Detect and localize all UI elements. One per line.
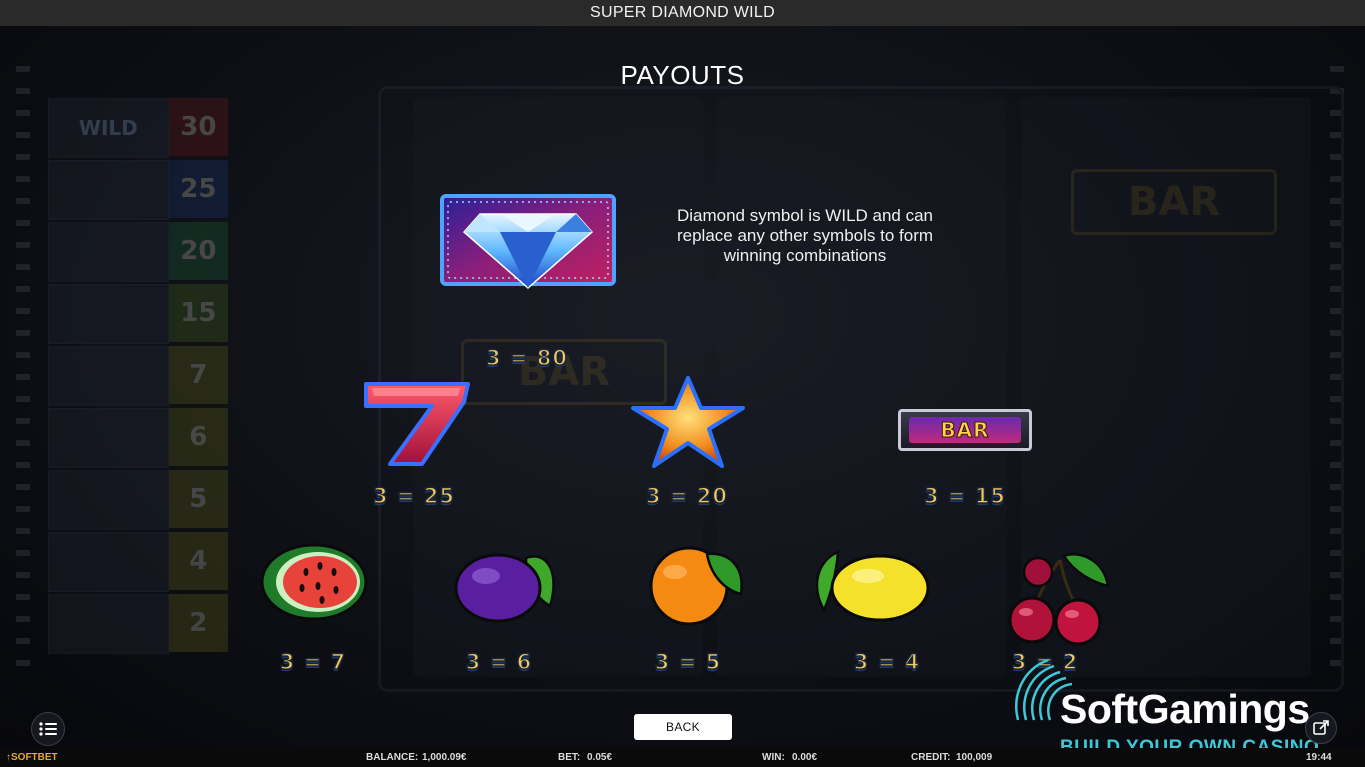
watermark-name: SoftGamings (1060, 686, 1310, 732)
lemon-icon (815, 550, 930, 622)
payout-watermelon: 3 = 7 (279, 649, 347, 675)
paytable-row: 25 (48, 160, 228, 220)
bet-label: BET: (558, 752, 581, 763)
reel-bar-symbol: BAR (1071, 169, 1277, 235)
bet-value: 0.05€ (587, 752, 613, 763)
paytable-value: 5 (168, 470, 228, 528)
win-value: 0.00€ (792, 752, 818, 763)
paytable-value: 20 (168, 222, 228, 280)
payout-bar: 3 = 15 (923, 483, 1007, 509)
paytable-row: 4 (48, 532, 228, 592)
paytable-symbol (48, 222, 169, 282)
brand-logo: ↑SOFTBET (6, 752, 58, 763)
credit-value: 100,009 (956, 752, 993, 763)
payout-orange: 3 = 5 (654, 649, 722, 675)
balance-value: 1,000.09€ (422, 752, 467, 763)
window-titlebar: SUPER DIAMOND WILD (0, 0, 1365, 27)
paytable-row: WILD 30 (48, 98, 228, 158)
paytable-value: 25 (168, 160, 228, 218)
paytable-value: 15 (168, 284, 228, 342)
paytable-value: 30 (168, 98, 228, 156)
paytable-symbol (48, 408, 169, 468)
diamond-wild-icon (440, 194, 616, 289)
bar-symbol-icon: BAR (898, 409, 1032, 451)
star-icon (631, 376, 745, 468)
paytable-symbol (48, 346, 169, 406)
seven-icon (364, 382, 470, 466)
win-label: WIN: (762, 752, 785, 763)
paytable-symbol (48, 284, 169, 344)
exit-button[interactable] (1305, 712, 1337, 744)
balance-label: BALANCE: (366, 752, 419, 763)
payout-star: 3 = 20 (645, 483, 729, 509)
paytable-row: 7 (48, 346, 228, 406)
payout-diamond: 3 = 80 (485, 345, 569, 371)
softgamings-watermark: SoftGamings BUILD YOUR OWN CASINO (1008, 626, 1348, 748)
menu-button[interactable] (31, 712, 65, 746)
credit-label: CREDIT: (911, 752, 951, 763)
page-title: PAYOUTS (620, 60, 745, 90)
paytable-wild-label: WILD (48, 98, 169, 158)
paytable-symbol (48, 160, 169, 220)
background-paytable: WILD 30 25 20 15 7 6 5 4 2 (48, 98, 228, 658)
light-strip-left (16, 66, 30, 666)
paytable-row: 5 (48, 470, 228, 530)
back-button[interactable]: BACK (634, 714, 732, 740)
game-stage: WILD 30 25 20 15 7 6 5 4 2 BAR BAR PAYOUT… (0, 26, 1365, 748)
paytable-symbol (48, 470, 169, 530)
paytable-value: 7 (168, 346, 228, 404)
wild-description: Diamond symbol is WILD and can replace a… (676, 206, 934, 265)
orange-icon (649, 546, 743, 626)
watermelon-icon (260, 543, 368, 621)
menu-list-icon (39, 722, 57, 736)
payout-seven: 3 = 25 (372, 483, 456, 509)
status-bar: ↑SOFTBET BALANCE: 1,000.09€ BET: 0.05€ W… (0, 748, 1365, 767)
paytable-row: 2 (48, 594, 228, 654)
clock: 19:44 (1306, 752, 1332, 763)
watermark-tagline: BUILD YOUR OWN CASINO (1060, 737, 1320, 748)
paytable-symbol (48, 594, 169, 654)
window-title: SUPER DIAMOND WILD (590, 4, 775, 21)
bar-symbol-text: BAR (909, 417, 1021, 443)
exit-icon (1313, 720, 1329, 735)
paytable-row: 20 (48, 222, 228, 282)
paytable-row: 6 (48, 408, 228, 468)
paytable-symbol (48, 532, 169, 592)
paytable-row: 15 (48, 284, 228, 344)
paytable-value: 4 (168, 532, 228, 590)
payout-lemon: 3 = 4 (853, 649, 921, 675)
paytable-value: 2 (168, 594, 228, 652)
paytable-value: 6 (168, 408, 228, 466)
payout-plum: 3 = 6 (465, 649, 533, 675)
plum-icon (454, 553, 555, 623)
